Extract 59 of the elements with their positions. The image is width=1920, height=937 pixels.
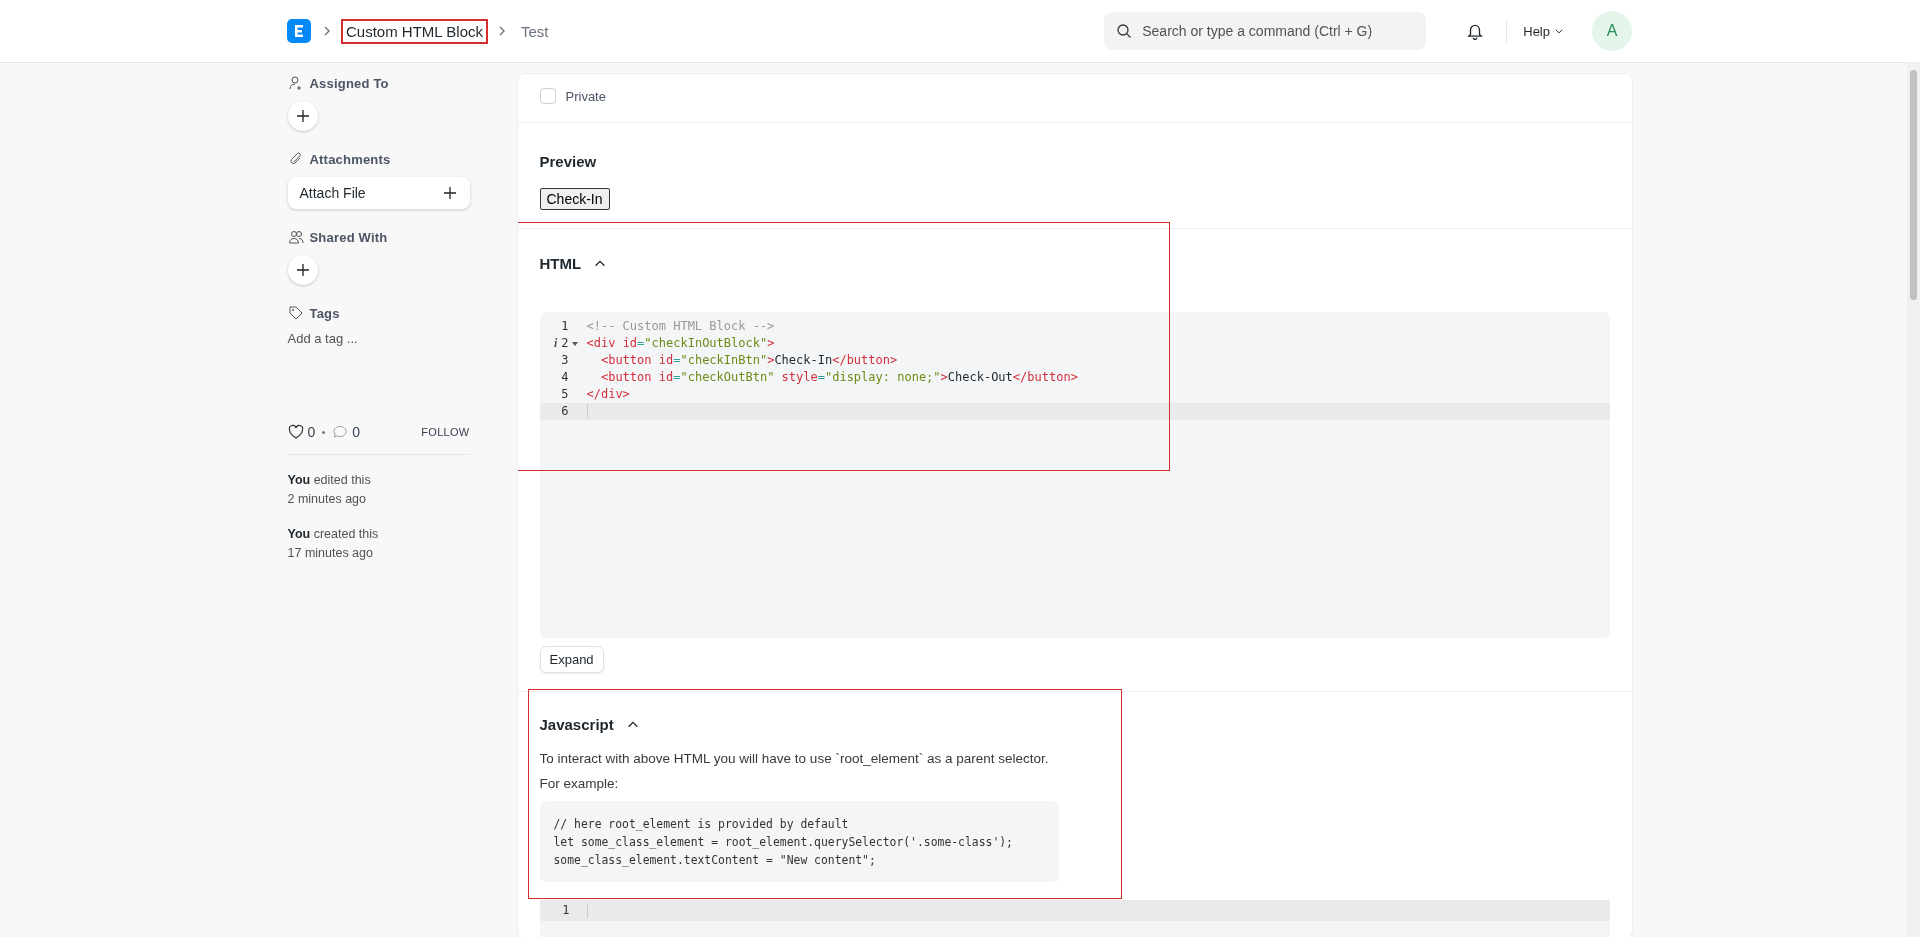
like-count: 0 bbox=[307, 424, 316, 440]
follow-link[interactable]: FOLLOW bbox=[421, 426, 470, 438]
line-number: 3 bbox=[561, 352, 569, 369]
scrollbar[interactable] bbox=[1907, 62, 1920, 937]
breadcrumb-link[interactable]: Test bbox=[518, 20, 552, 42]
section-label: Tags bbox=[309, 305, 340, 321]
line-number: 6 bbox=[561, 403, 569, 420]
line-number: 1 bbox=[561, 318, 569, 335]
code-line: <button id="checkOutBtn" style="display: none;">Check-Out</button> bbox=[599, 369, 1078, 386]
code-line: <button id="checkInBtn">Check-In</button> bbox=[599, 352, 898, 369]
activity-time: 2 minutes ago bbox=[287, 491, 368, 508]
comment-count: 0 bbox=[352, 424, 361, 440]
activity-time: 17 minutes ago bbox=[287, 545, 374, 562]
attach-file-button[interactable]: Attach File bbox=[287, 177, 470, 209]
user-avatar[interactable]: A bbox=[1592, 11, 1632, 51]
section-label: Shared With bbox=[309, 229, 388, 245]
dot-separator-icon bbox=[322, 430, 326, 434]
activity-text: You created this bbox=[287, 526, 380, 543]
breadcrumb-link[interactable]: Custom HTML Block bbox=[343, 20, 486, 42]
paperclip-icon bbox=[287, 151, 304, 167]
checkbox-icon[interactable] bbox=[539, 88, 556, 104]
check-in-button[interactable]: Check-In bbox=[539, 188, 610, 210]
plus-icon bbox=[294, 108, 311, 124]
line-number: 2 bbox=[561, 335, 569, 352]
line-number: 4 bbox=[561, 369, 569, 386]
info-marker: i bbox=[553, 335, 558, 352]
search-field[interactable]: Search or type a command (Ctrl + G) bbox=[1104, 12, 1427, 50]
section-title: Javascript bbox=[539, 716, 614, 733]
description-text: To interact with above HTML you will have to use `root_element` as a parent selector. bbox=[539, 751, 1050, 766]
help-menu-button[interactable]: Help bbox=[1506, 19, 1574, 43]
code-line: </div> bbox=[585, 386, 630, 403]
description-text: For example: bbox=[539, 776, 620, 791]
plus-icon bbox=[441, 185, 458, 201]
code-example: // here root_element is provided by default let some_class_element = root_element.querySelector('.some-class'); some_class_element.textContent = "New content"; bbox=[539, 801, 1059, 882]
add-assignee-button[interactable] bbox=[287, 101, 318, 131]
code-editor[interactable]: 1 <!-- Custom HTML Block --> i 2 <div id="checkInOutBlock"> 3 <button id="checkInBtn">Check-In</button> 4 <button id="checkOutBtn" style="display: none;">Check-Out</button> 5 </div> 6 bbox=[539, 312, 1610, 638]
add-tag-link[interactable]: Add a tag ... bbox=[287, 331, 470, 346]
section-label: Assigned To bbox=[309, 75, 389, 91]
code-editor[interactable]: 1 bbox=[539, 900, 1610, 937]
plus-icon bbox=[294, 262, 311, 278]
code-line: <!-- Custom HTML Block --> bbox=[585, 318, 775, 335]
users-icon bbox=[287, 229, 304, 245]
fold-caret-icon[interactable] bbox=[571, 341, 578, 346]
private-checkbox[interactable]: Private bbox=[539, 88, 1610, 104]
activity-text: You edited this bbox=[287, 472, 372, 489]
chevron-down-icon bbox=[1554, 26, 1564, 36]
expand-button[interactable]: Expand bbox=[539, 646, 604, 673]
tag-icon bbox=[287, 305, 304, 321]
user-plus-icon bbox=[287, 75, 304, 91]
line-number: 1 bbox=[562, 902, 570, 919]
search-icon bbox=[1116, 23, 1133, 39]
heart-icon[interactable] bbox=[287, 424, 304, 440]
section-label: Attachments bbox=[309, 151, 391, 167]
code-line: <div id="checkInOutBlock"> bbox=[585, 335, 775, 352]
add-share-button[interactable] bbox=[287, 255, 318, 285]
line-number: 5 bbox=[561, 386, 569, 403]
section-title: HTML bbox=[539, 255, 582, 272]
app-logo-icon[interactable] bbox=[287, 19, 311, 43]
section-title: Preview bbox=[539, 153, 597, 170]
